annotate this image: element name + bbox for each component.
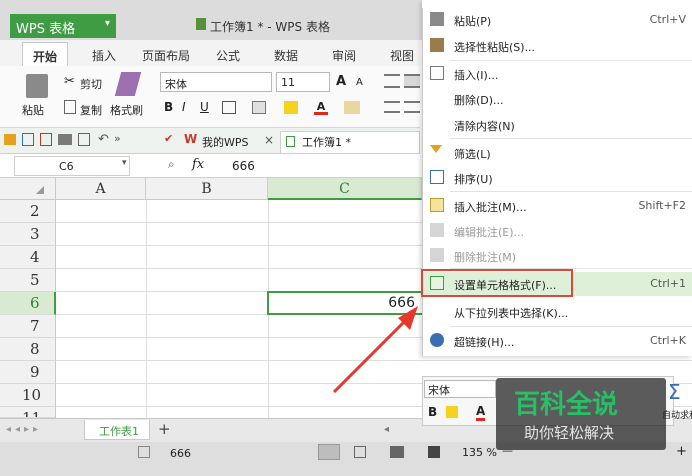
filter-icon bbox=[430, 145, 442, 153]
zoom-in-button[interactable]: + bbox=[676, 444, 687, 459]
paste-icon bbox=[430, 12, 444, 26]
watermark-subtitle: 助你轻松解决 bbox=[524, 424, 615, 442]
paste-special-icon bbox=[430, 38, 444, 52]
autosum-label[interactable]: 自动求和 bbox=[662, 408, 692, 421]
menu-item-hyperlink[interactable]: 超链接(H)... Ctrl+K bbox=[422, 329, 692, 353]
page-break-view-icon[interactable] bbox=[390, 446, 404, 458]
zoom-level[interactable]: 135 % bbox=[462, 446, 497, 459]
reading-mode-icon[interactable] bbox=[428, 446, 440, 458]
mini-fill-color-icon[interactable] bbox=[446, 406, 458, 418]
comment-add-icon bbox=[430, 198, 444, 212]
sort-icon bbox=[430, 170, 444, 184]
sum-icon bbox=[138, 446, 150, 458]
insert-icon bbox=[430, 66, 444, 80]
menu-separator bbox=[450, 60, 692, 61]
watermark-title: 百科全说 bbox=[514, 390, 619, 420]
menu-separator bbox=[450, 138, 692, 139]
sheet-tab-1[interactable]: 工作表1 bbox=[84, 420, 150, 440]
scroll-left-icon[interactable]: ◂ bbox=[384, 424, 389, 435]
menu-item-delete[interactable]: 删除(D)... bbox=[422, 87, 692, 111]
sheet-nav-icon[interactable]: ◂◂▸▸ bbox=[6, 424, 42, 435]
menu-item-insert[interactable]: 插入(I)... bbox=[422, 62, 692, 86]
mini-font-select[interactable]: 宋体 bbox=[424, 380, 496, 398]
mini-bold-button[interactable]: B bbox=[428, 405, 437, 419]
menu-separator bbox=[450, 191, 692, 192]
menu-item-sort[interactable]: 排序(U) bbox=[422, 166, 692, 190]
menu-item-delete-comment: 删除批注(M) bbox=[422, 244, 692, 268]
page-layout-view-icon[interactable] bbox=[354, 446, 366, 458]
normal-view-icon[interactable] bbox=[318, 444, 340, 460]
menu-item-paste-special[interactable]: 选择性粘贴(S)... bbox=[422, 34, 692, 58]
menu-item-pick-from-list[interactable]: 从下拉列表中选择(K)... bbox=[422, 300, 692, 324]
menu-item-edit-comment: 编辑批注(E)... bbox=[422, 219, 692, 243]
comment-edit-icon bbox=[430, 223, 444, 237]
menu-item-paste[interactable]: 粘贴(P) Ctrl+V bbox=[422, 8, 692, 32]
menu-item-insert-comment[interactable]: 插入批注(M)... Shift+F2 bbox=[422, 194, 692, 218]
mini-font-color-icon[interactable]: A bbox=[476, 404, 486, 421]
autosum-icon[interactable]: Σ bbox=[668, 380, 681, 404]
add-sheet-button[interactable]: + bbox=[158, 420, 171, 438]
menu-item-filter[interactable]: 筛选(L) bbox=[422, 141, 692, 165]
menu-item-clear-contents[interactable]: 清除内容(N) bbox=[422, 113, 692, 137]
status-sum: 666 bbox=[170, 447, 191, 460]
comment-delete-icon bbox=[430, 248, 444, 262]
highlight-box bbox=[421, 269, 573, 297]
menu-separator bbox=[450, 326, 692, 327]
menu-item-cut-clipped[interactable] bbox=[422, 0, 692, 8]
hyperlink-icon bbox=[430, 333, 444, 347]
